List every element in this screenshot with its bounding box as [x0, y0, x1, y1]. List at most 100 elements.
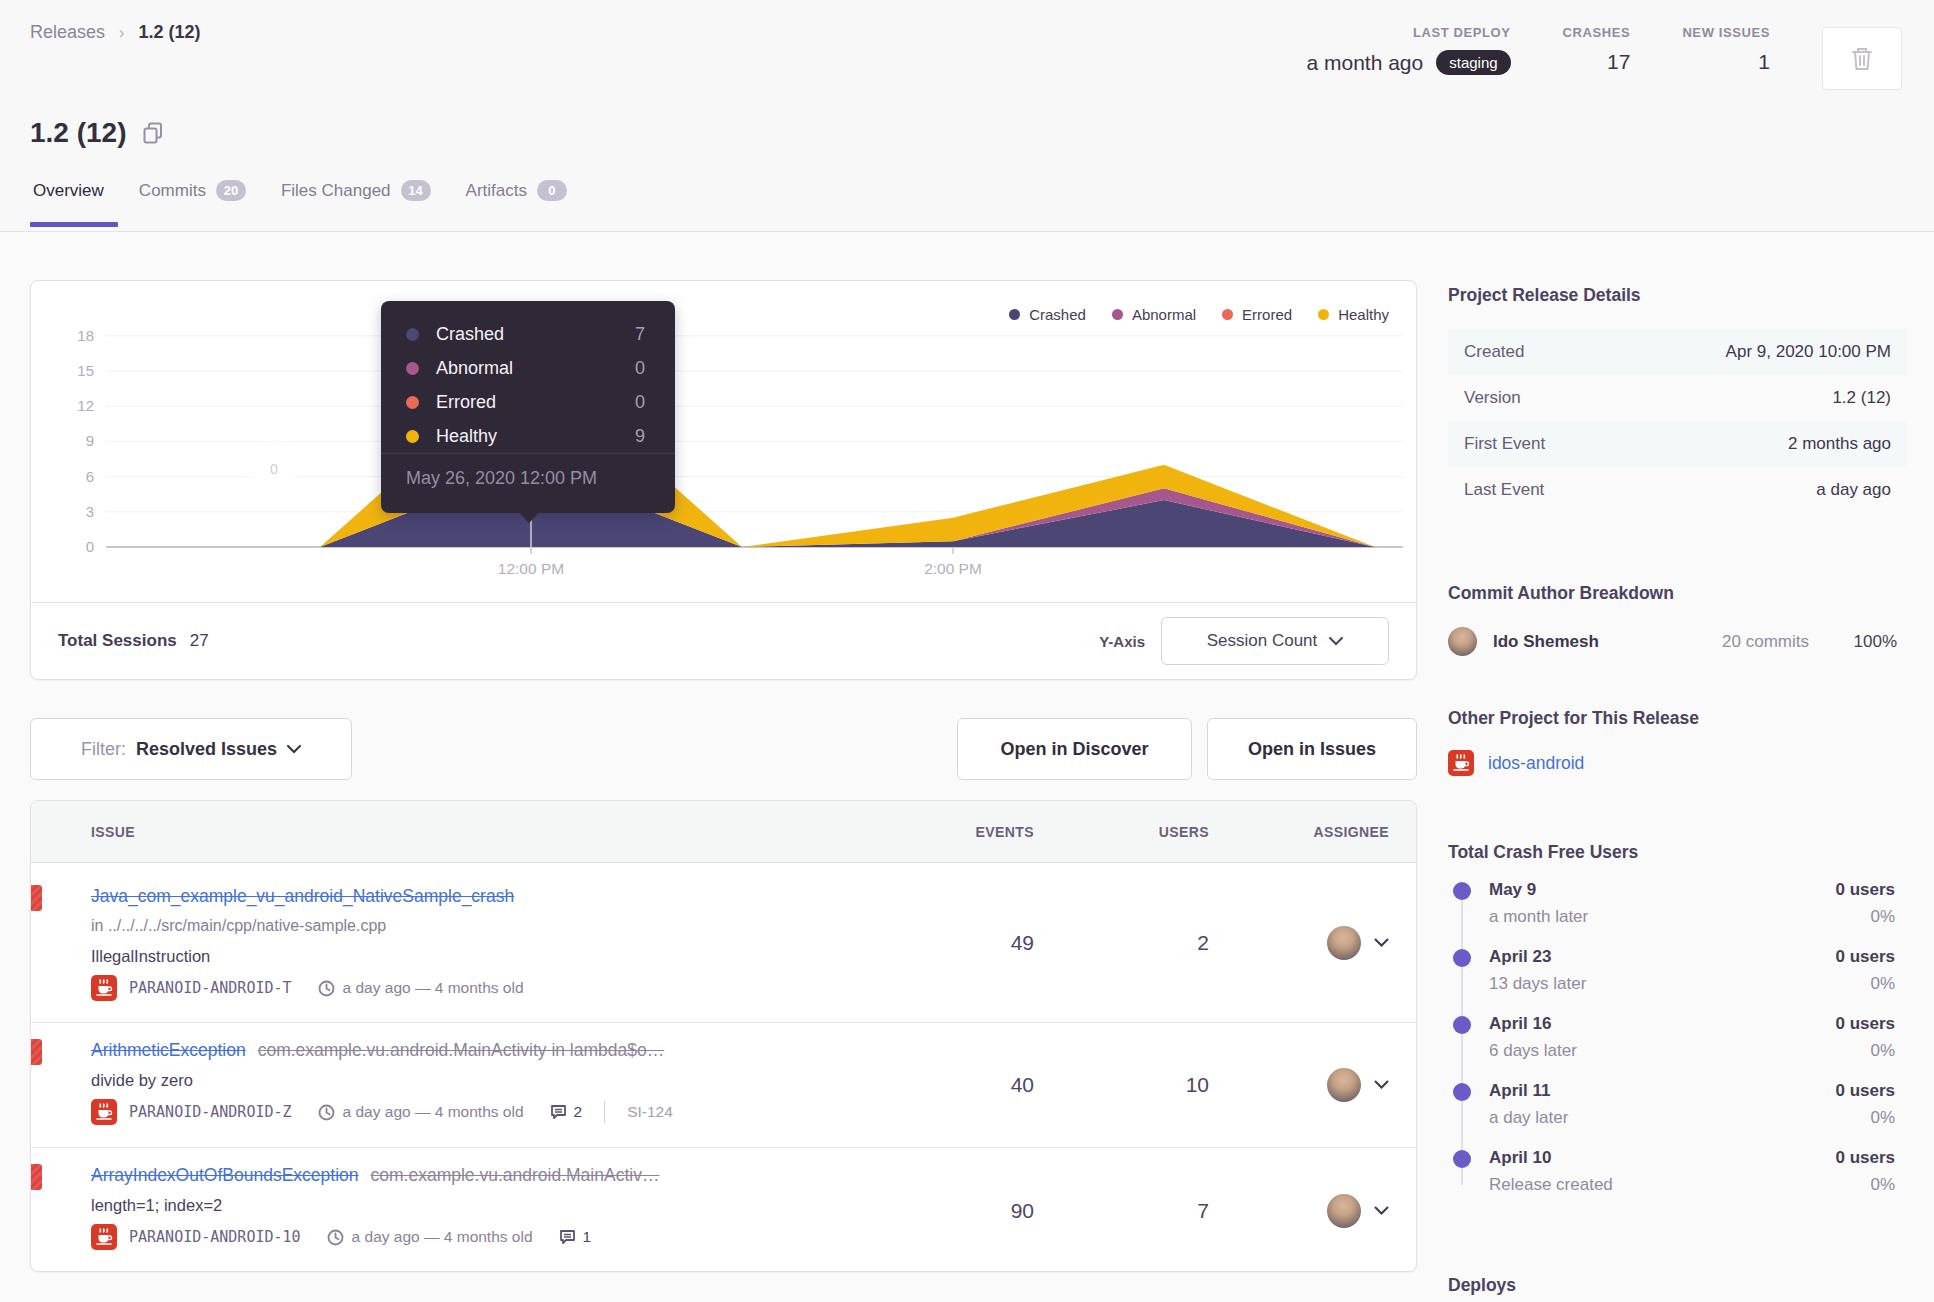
java-project-icon	[1448, 750, 1474, 776]
assignee-avatar[interactable]	[1327, 926, 1361, 960]
issue-location: in ../../../../src/main/cpp/native-sampl…	[91, 913, 914, 939]
total-sessions-label: Total Sessions	[58, 631, 177, 651]
legend-dot	[1009, 309, 1020, 320]
legend-abnormal[interactable]: Abnormal	[1112, 306, 1196, 323]
open-in-issues-button[interactable]: Open in Issues	[1207, 718, 1417, 780]
svg-text:0: 0	[86, 538, 94, 555]
area-chart: 036912151812:00 PM2:00 PM	[31, 281, 1416, 603]
java-project-icon	[91, 1224, 117, 1250]
tab-files-changed[interactable]: Files Changed 14	[281, 180, 431, 227]
stat-new-issues: NEW ISSUES 1	[1682, 25, 1770, 74]
tab-badge: 0	[537, 180, 567, 201]
assignee-avatar[interactable]	[1327, 1194, 1361, 1228]
project-slug: PARANOID-ANDROID-10	[129, 1228, 301, 1246]
svg-text:18: 18	[77, 327, 94, 344]
issue-comments: 2	[550, 1103, 583, 1121]
stat-value: 1	[1758, 50, 1770, 74]
stat-label: LAST DEPLOY	[1413, 25, 1511, 40]
tab-overview[interactable]: Overview	[33, 180, 104, 227]
timeline-date: April 10	[1489, 1148, 1551, 1168]
release-details-table: Created Apr 9, 2020 10:00 PM Version 1.2…	[1448, 329, 1907, 513]
timeline-dot	[1453, 882, 1471, 900]
column-events: EVENTS	[914, 824, 1034, 840]
timeline-pct: 0%	[1870, 1175, 1895, 1195]
other-project-row: idos-android	[1448, 750, 1907, 776]
legend-crashed[interactable]: Crashed	[1009, 306, 1086, 323]
timeline-sub: a day later	[1489, 1108, 1568, 1128]
zero-data-label: 0	[258, 453, 290, 485]
breadcrumb: Releases › 1.2 (12)	[30, 22, 200, 43]
tab-commits[interactable]: Commits 20	[139, 180, 246, 227]
column-issue: ISSUE	[31, 824, 914, 840]
issue-meta: PARANOID-ANDROID-10 a day ago — 4 months …	[91, 1224, 914, 1250]
sidebar: Project Release Details Created Apr 9, 2…	[1448, 285, 1907, 1296]
issue-detail: divide by zero	[91, 1067, 914, 1093]
clock-icon	[318, 980, 335, 997]
tooltip-dot	[406, 396, 419, 409]
open-in-discover-button[interactable]: Open in Discover	[957, 718, 1192, 780]
tooltip-row-abnormal: Abnormal 0	[406, 351, 645, 385]
issue-annotation[interactable]: SI-124	[627, 1103, 673, 1121]
chevron-down-icon	[1329, 637, 1343, 646]
legend-dot	[1222, 309, 1233, 320]
breadcrumb-releases[interactable]: Releases	[30, 22, 105, 43]
timeline-pct: 0%	[1870, 1108, 1895, 1128]
timeline-sub: 6 days later	[1489, 1041, 1577, 1061]
copy-icon[interactable]	[143, 122, 163, 144]
chevron-down-icon[interactable]	[1374, 1080, 1389, 1090]
tooltip-row-errored: Errored 0	[406, 385, 645, 419]
legend-healthy[interactable]: Healthy	[1318, 306, 1389, 323]
release-title: 1.2 (12)	[30, 117, 127, 149]
issue-title-link[interactable]: ArrayIndexOutOfBoundsException	[91, 1165, 359, 1185]
issue-age: a day ago — 4 months old	[318, 1103, 524, 1121]
page-header: Releases › 1.2 (12) LAST DEPLOY a month …	[0, 0, 1934, 232]
author-avatar	[1448, 627, 1477, 656]
issues-table: ISSUE EVENTS USERS ASSIGNEE Java_com_exa…	[30, 800, 1417, 1272]
total-sessions-value: 27	[190, 631, 209, 651]
issue-age: a day ago — 4 months old	[327, 1228, 533, 1246]
timeline-users: 0 users	[1835, 1014, 1895, 1034]
svg-text:3: 3	[86, 503, 94, 520]
java-project-icon	[91, 975, 117, 1001]
svg-text:9: 9	[86, 432, 94, 449]
issue-row: Java_com_example_vu_android_NativeSample…	[31, 863, 1416, 1023]
issue-assignee	[1209, 1023, 1389, 1147]
chevron-down-icon[interactable]	[1374, 1206, 1389, 1216]
issue-events-count: 49	[914, 863, 1034, 1022]
stat-value: a month ago	[1306, 51, 1423, 75]
issue-cell: ArrayIndexOutOfBoundsExceptioncom.exampl…	[31, 1148, 914, 1272]
chevron-down-icon[interactable]	[1374, 938, 1389, 948]
author-percent: 100%	[1809, 632, 1897, 652]
timeline-dot	[1453, 1150, 1471, 1168]
delete-release-button[interactable]	[1822, 27, 1902, 90]
issues-filter-dropdown[interactable]: Filter: Resolved Issues	[30, 718, 352, 780]
tab-artifacts[interactable]: Artifacts 0	[466, 180, 567, 227]
issue-users-count: 2	[1034, 863, 1209, 1022]
other-project-link[interactable]: idos-android	[1488, 753, 1584, 774]
environment-badge: staging	[1436, 50, 1510, 75]
chart-tooltip: Crashed 7 Abnormal 0 Errored 0 Healthy 9…	[381, 301, 675, 513]
timeline-date: April 16	[1489, 1014, 1551, 1034]
legend-errored[interactable]: Errored	[1222, 306, 1292, 323]
yaxis-label: Y-Axis	[1099, 633, 1145, 650]
tooltip-row-crashed: Crashed 7	[406, 317, 645, 351]
issue-age: a day ago — 4 months old	[318, 979, 524, 997]
timeline-date: April 11	[1489, 1081, 1550, 1101]
issue-title-link[interactable]: ArithmeticException	[91, 1040, 246, 1060]
project-slug: PARANOID-ANDROID-Z	[129, 1103, 292, 1121]
svg-text:15: 15	[77, 362, 94, 379]
chart-legend: Crashed Abnormal Errored Healthy	[1009, 306, 1389, 323]
timeline-dot	[1453, 1083, 1471, 1101]
issue-events-count: 40	[914, 1023, 1034, 1147]
tooltip-row-healthy: Healthy 9	[406, 419, 645, 453]
assignee-avatar[interactable]	[1327, 1068, 1361, 1102]
detail-row: Version 1.2 (12)	[1448, 375, 1907, 421]
yaxis-select[interactable]: Session Count	[1161, 617, 1389, 665]
sessions-chart: 036912151812:00 PM2:00 PM 0 Crashed Abno…	[31, 281, 1416, 603]
issue-events-count: 90	[914, 1148, 1034, 1272]
commit-author-row: Ido Shemesh 20 commits 100%	[1448, 627, 1907, 656]
issue-title-link[interactable]: Java_com_example_vu_android_NativeSample…	[91, 886, 514, 906]
breadcrumb-chevron-icon: ›	[119, 24, 124, 42]
project-slug: PARANOID-ANDROID-T	[129, 979, 292, 997]
issue-comments: 1	[559, 1228, 592, 1246]
